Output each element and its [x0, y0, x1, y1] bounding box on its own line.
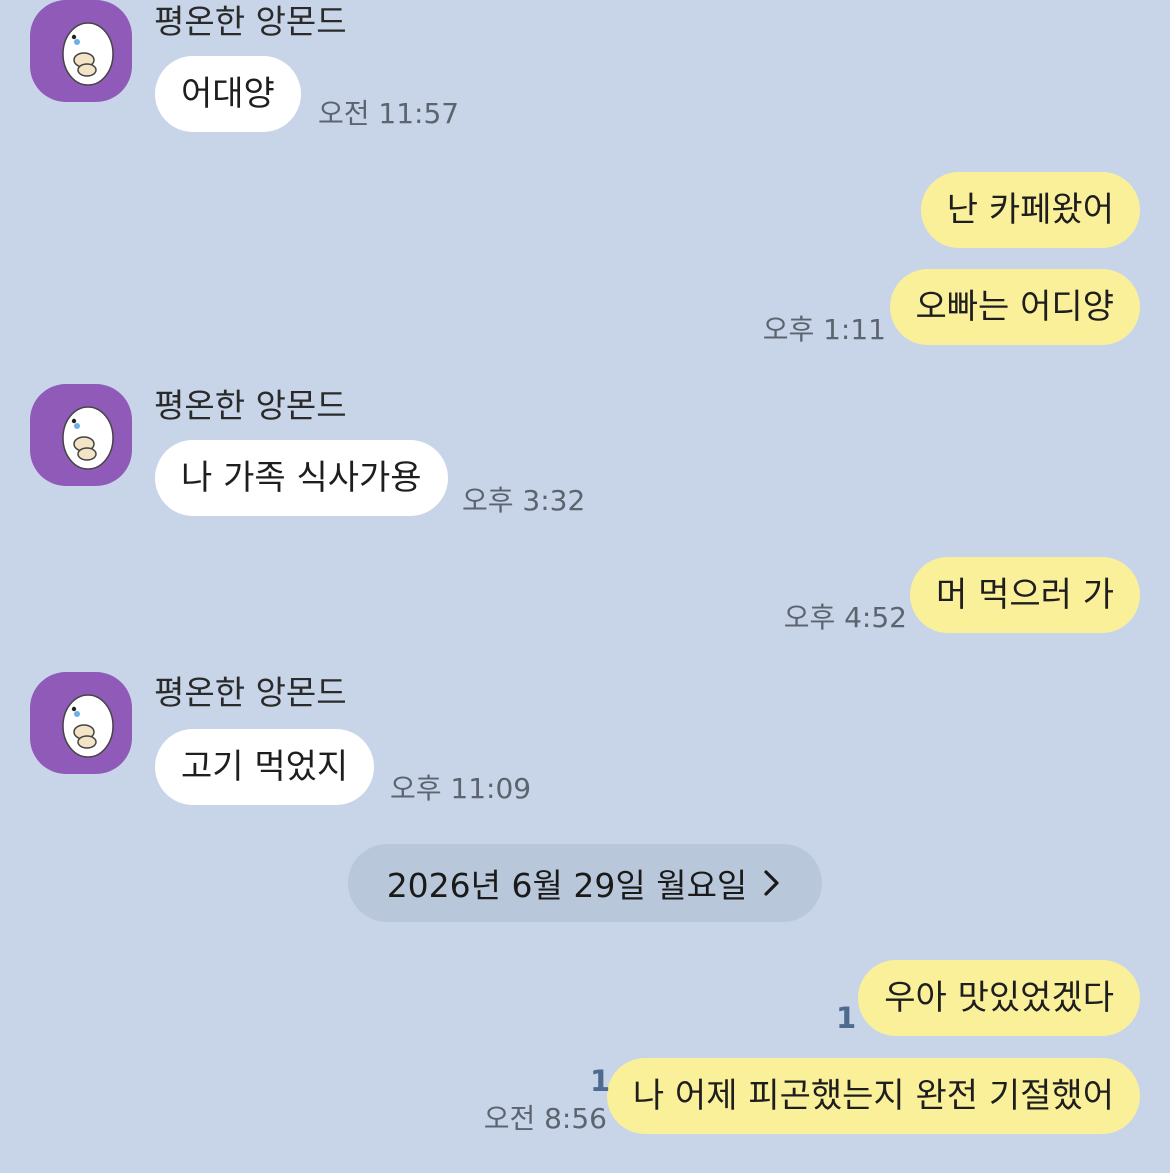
- sender-name: 평온한 앙몬드: [154, 386, 347, 425]
- message-bubble[interactable]: 오빠는 어디양: [889, 269, 1140, 345]
- unread-count: 1: [590, 1064, 611, 1098]
- date-divider-label: 2026년 6월 29일 월요일: [386, 866, 748, 905]
- unread-count: 1: [836, 1001, 857, 1035]
- message-bubble[interactable]: 나 어제 피곤했는지 완전 기절했어: [606, 1058, 1140, 1134]
- date-divider[interactable]: 2026년 6월 29일 월요일: [348, 844, 822, 922]
- message-bubble[interactable]: 우아 맛있었겠다: [858, 960, 1140, 1036]
- message-time: 오후 4:52: [783, 601, 907, 634]
- character-avatar-icon: [62, 22, 114, 86]
- message-bubble[interactable]: 고기 먹었지: [155, 729, 375, 805]
- message-time: 오후 11:09: [390, 772, 532, 805]
- message-bubble[interactable]: 머 먹으러 가: [909, 557, 1140, 633]
- message-time: 오후 1:11: [762, 313, 886, 346]
- character-avatar-icon: [62, 694, 114, 758]
- message-time: 오전 8:56: [483, 1102, 607, 1135]
- message-bubble[interactable]: 난 카페왔어: [920, 172, 1140, 248]
- avatar[interactable]: [30, 384, 132, 486]
- message-bubble[interactable]: 어대양: [155, 56, 301, 132]
- message-time: 오후 3:32: [462, 484, 586, 517]
- sender-name: 평온한 앙몬드: [154, 673, 347, 712]
- avatar[interactable]: [30, 0, 132, 102]
- message-bubble[interactable]: 나 가족 식사가용: [155, 440, 448, 516]
- message-time: 오전 11:57: [318, 97, 460, 130]
- avatar[interactable]: [30, 672, 132, 774]
- character-avatar-icon: [62, 406, 114, 470]
- chevron-right-icon: [764, 870, 779, 896]
- sender-name: 평온한 앙몬드: [154, 2, 347, 41]
